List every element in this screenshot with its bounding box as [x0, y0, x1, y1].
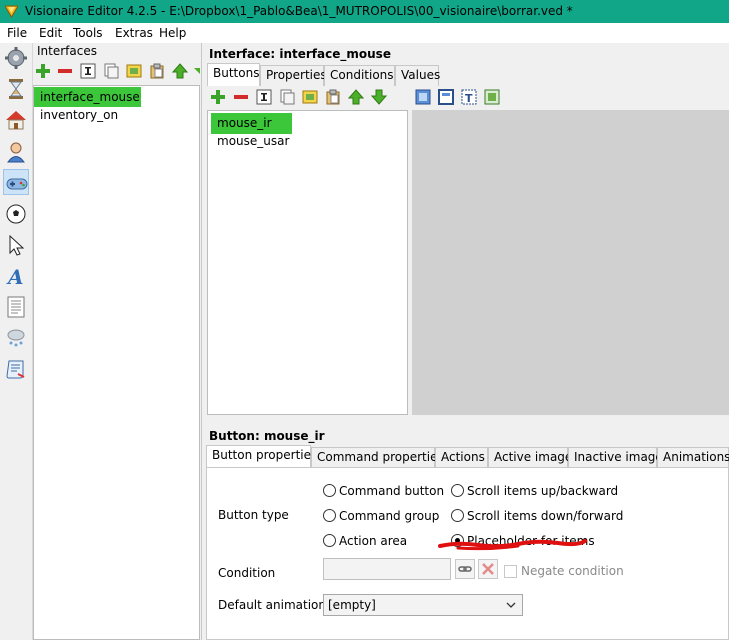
tab-button-properties[interactable]: Button properties [206, 445, 317, 468]
settings-icon[interactable] [3, 45, 29, 71]
negate-condition-label: Negate condition [521, 564, 624, 578]
tab-command-properties[interactable]: Command properties [311, 447, 444, 468]
interface-preview[interactable] [412, 110, 729, 415]
fit-view-icon[interactable] [415, 89, 431, 105]
particles-icon[interactable] [3, 325, 29, 351]
menu-file[interactable]: File [7, 26, 27, 40]
radio-label: Action area [339, 534, 408, 548]
radio-command-button[interactable] [323, 484, 336, 497]
gamepad-icon[interactable] [3, 169, 29, 195]
menu-extras[interactable]: Extras [115, 26, 153, 40]
menu-tools[interactable]: Tools [73, 26, 103, 40]
radio-label: Scroll items down/forward [467, 509, 624, 523]
move-down-icon[interactable] [371, 89, 387, 105]
radio-action-area[interactable] [323, 534, 336, 547]
copy-icon[interactable] [279, 89, 295, 105]
menu-help[interactable]: Help [159, 26, 186, 40]
rename-icon[interactable] [256, 89, 272, 105]
move-down-icon[interactable] [194, 63, 200, 79]
default-animation-value: [empty] [328, 598, 376, 612]
default-animation-select[interactable]: [empty] [323, 594, 523, 616]
hourglass-icon[interactable] [3, 76, 29, 102]
rename-icon[interactable] [80, 63, 96, 79]
button-type-label: Button type [218, 508, 289, 522]
list-item[interactable]: inventory_on [34, 105, 124, 125]
home-icon[interactable] [3, 107, 29, 133]
tab-active-image[interactable]: Active image [488, 447, 572, 468]
interfaces-header: Interfaces [37, 44, 97, 58]
radio-label: Scroll items up/backward [467, 484, 619, 498]
remove-icon[interactable] [233, 89, 249, 105]
close-icon [482, 563, 494, 575]
move-up-icon[interactable] [348, 89, 364, 105]
cut-icon[interactable] [126, 63, 142, 79]
text-icon[interactable] [3, 294, 29, 320]
grid-icon[interactable] [484, 89, 500, 105]
negate-condition-checkbox[interactable] [504, 565, 517, 578]
button-title: Button: mouse_ir [209, 429, 325, 443]
tab-animations[interactable]: Animations [657, 447, 729, 468]
buttons-list: mouse_ir mouse_usar [207, 110, 408, 415]
frame-icon[interactable] [438, 89, 454, 105]
move-up-icon[interactable] [172, 63, 188, 79]
add-icon[interactable] [210, 89, 226, 105]
tab-properties[interactable]: Properties [260, 65, 327, 86]
radio-label: Command group [339, 509, 440, 523]
link-condition-button[interactable] [455, 559, 475, 579]
tab-actions[interactable]: Actions [435, 447, 488, 468]
add-icon[interactable] [35, 63, 51, 79]
tab-inactive-image[interactable]: Inactive image [568, 447, 663, 468]
radio-scroll-up[interactable] [451, 484, 464, 497]
tab-conditions[interactable]: Conditions [324, 65, 395, 86]
category-rail: A [0, 43, 33, 640]
script-icon[interactable] [3, 356, 29, 382]
clear-condition-button[interactable] [478, 559, 498, 579]
radio-scroll-down[interactable] [451, 509, 464, 522]
remove-icon[interactable] [57, 63, 73, 79]
radio-label: Command button [339, 484, 445, 498]
condition-field[interactable] [323, 558, 451, 580]
paste-icon[interactable] [149, 63, 165, 79]
list-item[interactable]: mouse_usar [211, 131, 295, 151]
radio-command-group[interactable] [323, 509, 336, 522]
default-animation-label: Default animation [218, 598, 326, 612]
svg-text:T: T [465, 92, 473, 105]
interface-title: Interface: interface_mouse [209, 47, 391, 61]
cursor-icon[interactable] [3, 232, 29, 258]
list-item[interactable]: interface_mouse [34, 87, 141, 107]
window-title: Visionaire Editor 4.2.5 - E:\Dropbox\1_P… [25, 4, 573, 18]
link-icon [458, 566, 472, 572]
condition-label: Condition [218, 566, 276, 580]
title-bar: Visionaire Editor 4.2.5 - E:\Dropbox\1_P… [0, 0, 729, 23]
text-area-icon[interactable]: T [461, 89, 477, 105]
svg-text:A: A [6, 265, 24, 287]
character-icon[interactable] [3, 139, 29, 165]
tab-values[interactable]: Values [395, 65, 440, 86]
menu-bar: File Edit Tools Extras Help [0, 23, 729, 43]
interfaces-list: interface_mouse inventory_on [33, 85, 200, 640]
copy-icon[interactable] [103, 63, 119, 79]
annotation-scribble [438, 539, 587, 551]
menu-edit[interactable]: Edit [39, 26, 62, 40]
cut-icon[interactable] [302, 89, 318, 105]
font-icon[interactable]: A [3, 263, 29, 289]
ball-icon[interactable] [3, 201, 29, 227]
paste-icon[interactable] [325, 89, 341, 105]
tab-buttons[interactable]: Buttons [207, 63, 260, 86]
app-logo-icon [5, 5, 18, 18]
chevron-down-icon [506, 602, 516, 608]
